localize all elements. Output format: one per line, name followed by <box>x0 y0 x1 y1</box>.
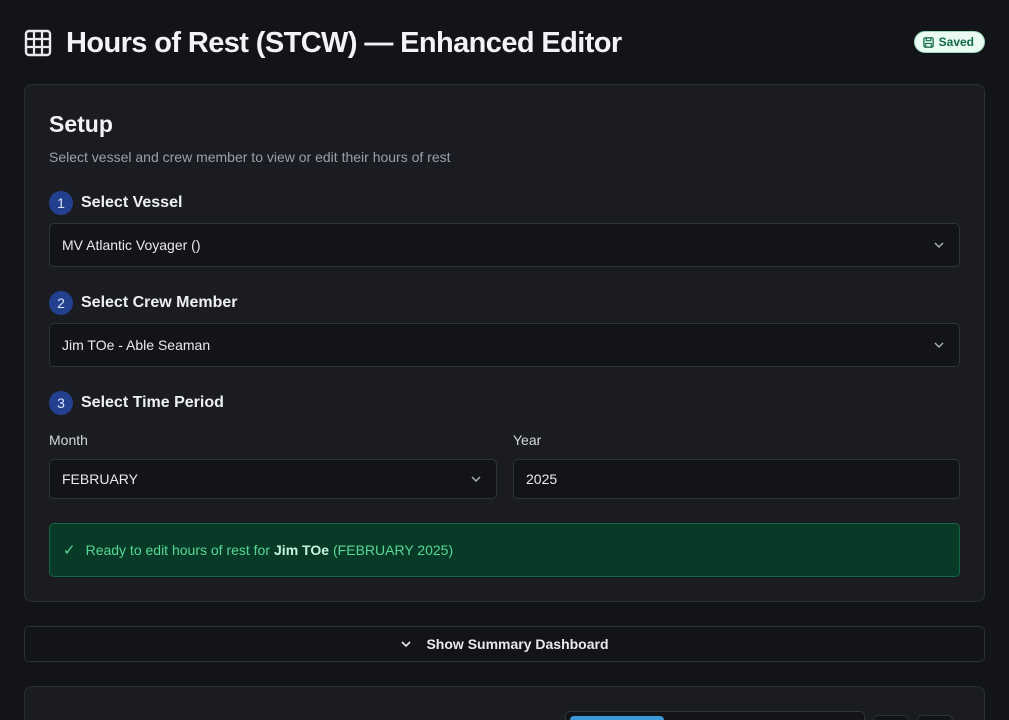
editor-card <box>24 686 985 720</box>
year-input-value: 2025 <box>526 471 558 487</box>
saved-status-badge: Saved <box>913 31 985 53</box>
status-prefix: Ready to edit hours of rest for <box>85 542 271 558</box>
show-summary-dashboard-button[interactable]: Show Summary Dashboard <box>24 626 985 662</box>
page-header: Hours of Rest (STCW) — Enhanced Editor S… <box>24 24 985 62</box>
ready-status-alert: ✓ Ready to edit hours of rest for Jim TO… <box>49 523 960 577</box>
chevron-down-icon <box>934 342 944 349</box>
step-label: Select Crew Member <box>81 294 238 311</box>
chevron-down-icon <box>471 476 481 483</box>
summary-toggle-label: Show Summary Dashboard <box>426 636 609 652</box>
month-select[interactable]: FEBRUARY <box>49 459 497 499</box>
chevron-down-icon <box>401 641 412 648</box>
month-select-value: FEBRUARY <box>62 471 138 487</box>
step-select-vessel: 1 Select Vessel <box>49 191 182 215</box>
setup-card: Setup Select vessel and crew member to v… <box>24 84 985 602</box>
saved-label: Saved <box>938 35 974 49</box>
step-label: Select Time Period <box>81 394 224 411</box>
toolbar-button[interactable] <box>873 715 909 720</box>
crew-member-select-value: Jim TOe - Able Seaman <box>62 337 211 353</box>
year-label: Year <box>513 432 542 448</box>
save-disk-icon <box>922 36 934 48</box>
step-label: Select Vessel <box>81 194 183 211</box>
setup-title: Setup <box>49 111 113 137</box>
status-crew-name: Jim TOe <box>274 542 330 558</box>
vessel-select[interactable]: MV Atlantic Voyager () <box>49 223 960 267</box>
page-title: Hours of Rest (STCW) — Enhanced Editor <box>66 26 622 59</box>
vessel-select-value: MV Atlantic Voyager () <box>62 237 201 253</box>
step-select-crew: 2 Select Crew Member <box>49 291 238 315</box>
step-number-badge: 3 <box>49 391 73 415</box>
step-number-badge: 2 <box>49 291 73 315</box>
step-select-time-period: 3 Select Time Period <box>49 391 224 415</box>
year-input[interactable]: 2025 <box>513 459 960 499</box>
active-tab[interactable] <box>570 716 664 720</box>
month-label: Month <box>49 432 88 448</box>
setup-description: Select vessel and crew member to view or… <box>49 149 451 165</box>
chevron-down-icon <box>934 242 944 249</box>
table-grid-icon <box>24 29 52 57</box>
crew-member-select[interactable]: Jim TOe - Able Seaman <box>49 323 960 367</box>
status-suffix: (FEBRUARY 2025) <box>333 542 454 558</box>
check-icon: ✓ <box>63 542 76 559</box>
step-number-badge: 1 <box>49 191 73 215</box>
view-mode-tabs <box>565 711 865 720</box>
toolbar-button[interactable] <box>917 715 953 720</box>
